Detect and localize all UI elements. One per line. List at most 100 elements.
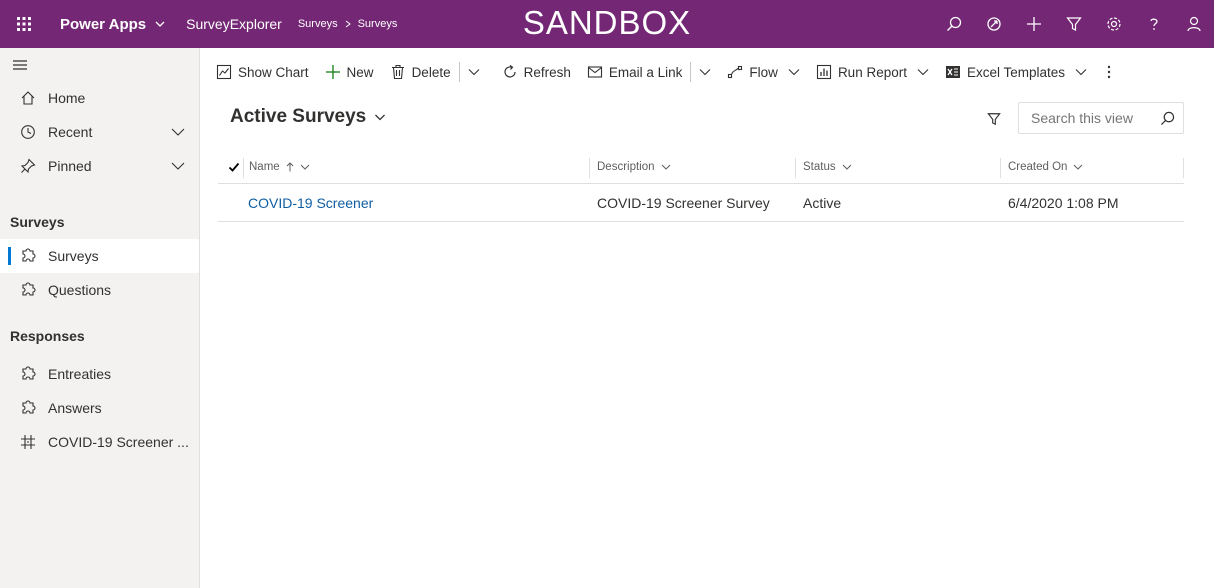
assistant-icon — [987, 17, 1001, 31]
column-header-created-on[interactable]: Created On — [1008, 150, 1083, 184]
main-content: Active Surveys Name Description Status — [200, 96, 1214, 588]
top-bar: Power Apps SurveyExplorer Surveys Survey… — [0, 0, 1214, 48]
puzzle-icon — [20, 248, 36, 264]
sidebar-item-covid-screener[interactable]: COVID-19 Screener ... — [0, 425, 199, 459]
grid-entity-icon — [20, 434, 36, 450]
chevron-down-icon — [155, 21, 165, 27]
app-subtitle[interactable]: SurveyExplorer — [186, 16, 282, 32]
more-vertical-icon — [1107, 65, 1111, 79]
show-chart-button[interactable]: Show Chart — [208, 56, 317, 88]
column-divider — [795, 158, 796, 178]
sidebar-item-label: Questions — [48, 282, 112, 298]
account-button[interactable] — [1174, 0, 1214, 48]
sidebar-item-label: Answers — [48, 400, 102, 416]
breadcrumb-item[interactable]: Surveys — [298, 18, 338, 30]
table-row[interactable]: COVID-19 Screener COVID-19 Screener Surv… — [218, 184, 1184, 222]
advanced-find-button[interactable] — [1054, 0, 1094, 48]
chevron-down-icon — [700, 69, 711, 76]
record-name-link[interactable]: COVID-19 Screener — [248, 184, 373, 222]
check-icon — [228, 162, 240, 172]
filter-button[interactable] — [983, 108, 1005, 130]
cell-description: COVID-19 Screener Survey — [597, 195, 770, 211]
more-commands-button[interactable] — [1099, 56, 1119, 88]
email-more-button[interactable] — [691, 56, 719, 88]
cell-status: Active — [803, 195, 842, 211]
sidebar-item-label: Home — [48, 90, 86, 106]
email-link-button[interactable]: Email a Link — [579, 56, 691, 88]
app-name: Power Apps — [60, 15, 147, 33]
sidebar-item-home[interactable]: Home — [0, 81, 199, 115]
sidebar-item-recent[interactable]: Recent — [0, 115, 199, 149]
chevron-down-icon — [788, 69, 800, 76]
chevron-down-icon — [375, 114, 386, 121]
sidebar-item-label: COVID-19 Screener ... — [48, 434, 189, 450]
sidebar-item-label: Surveys — [48, 248, 99, 264]
home-icon — [20, 90, 36, 106]
email-link-icon — [587, 66, 602, 78]
refresh-button[interactable]: Refresh — [494, 56, 579, 88]
column-header-name[interactable]: Name — [249, 150, 310, 184]
select-all-checkbox[interactable] — [228, 150, 240, 184]
new-button[interactable] — [1014, 0, 1054, 48]
search-input[interactable] — [1031, 110, 1151, 126]
run-report-button[interactable]: Run Report — [808, 56, 937, 88]
app-name-button[interactable]: Power Apps — [60, 16, 166, 33]
chevron-down-icon — [917, 69, 929, 76]
sidebar-item-surveys[interactable]: Surveys — [0, 239, 199, 273]
column-header-label: Status — [803, 161, 836, 173]
chevron-down-icon — [468, 69, 479, 76]
sidebar-item-questions[interactable]: Questions — [0, 273, 199, 307]
column-divider — [589, 158, 590, 178]
delete-label: Delete — [411, 64, 451, 80]
search-view-box — [1018, 102, 1184, 134]
puzzle-icon — [20, 282, 36, 298]
column-divider — [243, 158, 244, 178]
chevron-down-icon[interactable] — [171, 159, 185, 173]
new-record-button[interactable]: New — [317, 56, 382, 88]
collapse-nav-button[interactable] — [0, 48, 199, 81]
view-title: Active Surveys — [230, 106, 367, 127]
plus-icon — [1027, 17, 1041, 31]
delete-button[interactable]: Delete — [382, 56, 459, 88]
flow-label: Flow — [749, 64, 778, 80]
sidebar-group-title: Surveys — [10, 214, 65, 230]
chevron-down-icon — [842, 164, 851, 170]
search-icon[interactable] — [1160, 111, 1175, 126]
filter-icon — [987, 113, 1001, 126]
excel-templates-button[interactable]: Excel Templates — [937, 56, 1095, 88]
sidebar-item-label: Recent — [48, 124, 93, 140]
column-header-label: Name — [249, 161, 280, 173]
chevron-right-icon — [345, 20, 351, 28]
sidebar-item-answers[interactable]: Answers — [0, 391, 199, 425]
trash-icon — [391, 64, 404, 80]
chevron-down-icon — [1074, 164, 1083, 170]
breadcrumb: Surveys Surveys — [298, 18, 398, 30]
person-icon — [1187, 16, 1201, 32]
run-report-label: Run Report — [837, 64, 907, 80]
sidebar-item-entreaties[interactable]: Entreaties — [0, 357, 199, 391]
flow-button[interactable]: Flow — [719, 56, 808, 88]
chevron-down-icon — [1075, 69, 1087, 76]
excel-icon — [945, 66, 960, 78]
sidebar-group-title: Responses — [10, 328, 85, 344]
flow-icon — [728, 65, 743, 79]
app-launcher-button[interactable] — [0, 0, 48, 48]
command-bar: Show Chart New Delete Refresh Email a Li… — [200, 48, 1214, 96]
delete-more-button[interactable] — [460, 56, 488, 88]
assistant-button[interactable] — [974, 0, 1014, 48]
help-button[interactable] — [1134, 0, 1174, 48]
hamburger-icon — [13, 59, 27, 70]
search-button[interactable] — [934, 0, 974, 48]
new-label: New — [346, 64, 374, 80]
sidebar-item-label: Entreaties — [48, 366, 112, 382]
view-selector[interactable]: Active Surveys — [230, 106, 386, 128]
sidebar-item-pinned[interactable]: Pinned — [0, 149, 199, 183]
filter-icon — [1066, 17, 1082, 31]
chevron-down-icon[interactable] — [171, 125, 185, 139]
show-chart-label: Show Chart — [238, 64, 309, 80]
column-header-description[interactable]: Description — [597, 150, 671, 184]
settings-button[interactable] — [1094, 0, 1134, 48]
breadcrumb-item[interactable]: Surveys — [358, 18, 398, 30]
column-header-status[interactable]: Status — [803, 150, 852, 184]
gear-icon — [1107, 17, 1121, 31]
